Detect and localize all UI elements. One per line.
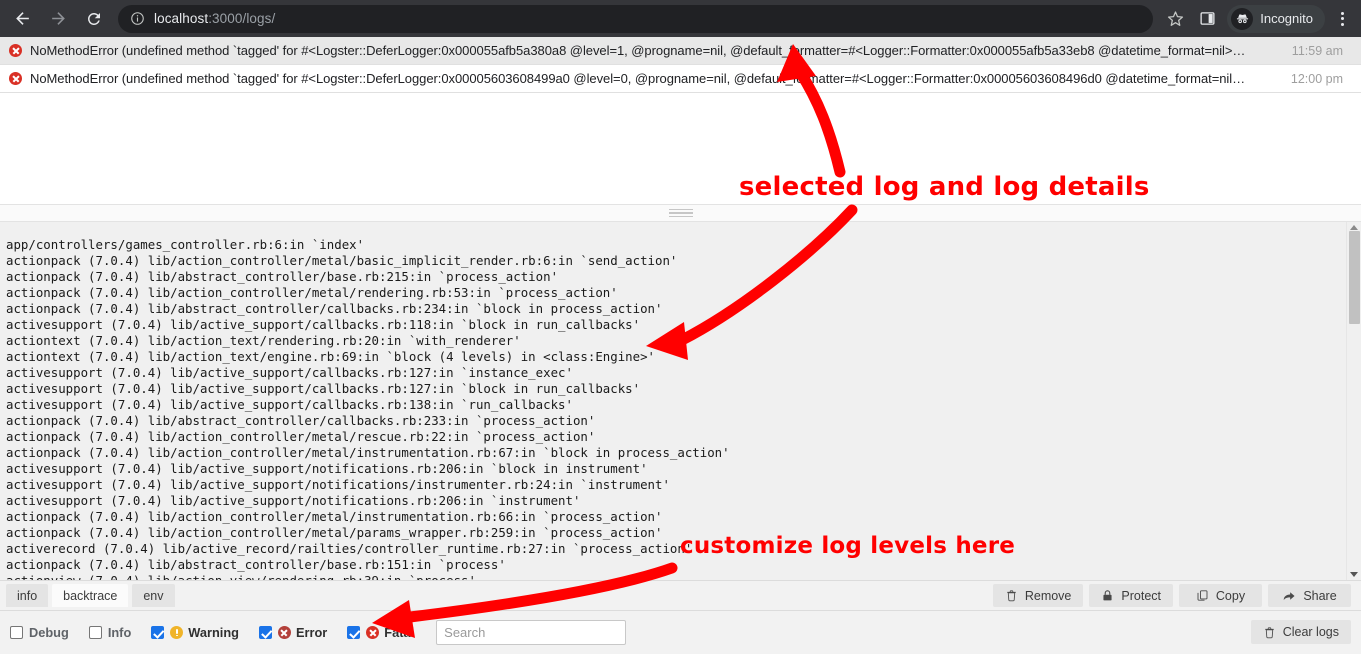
- checkbox-box[interactable]: [151, 626, 164, 639]
- copy-label: Copy: [1216, 589, 1245, 603]
- log-message: NoMethodError (undefined method `tagged'…: [30, 71, 1269, 86]
- details-tabstrip: info backtrace env Remove Protect: [0, 580, 1361, 611]
- profile-chip-incognito[interactable]: Incognito: [1227, 5, 1325, 33]
- incognito-hat-icon: [1231, 8, 1253, 30]
- annotation-label-log-levels: customize log levels here: [680, 533, 1015, 559]
- lock-icon: [1101, 589, 1114, 602]
- filter-checkbox-fatal[interactable]: Fatal: [347, 625, 414, 640]
- address-bar[interactable]: localhost:3000/logs/: [118, 5, 1153, 33]
- side-panel-icon: [1199, 10, 1216, 27]
- filter-label-debug: Debug: [29, 625, 69, 640]
- share-button[interactable]: Share: [1268, 584, 1351, 607]
- log-timestamp: 11:59 am: [1269, 44, 1361, 58]
- filter-label-fatal: Fatal: [384, 625, 414, 640]
- tab-env[interactable]: env: [132, 584, 174, 607]
- scroll-up-arrow-icon[interactable]: [1350, 225, 1358, 230]
- bookmark-star-icon: [1166, 9, 1185, 28]
- browser-toolbar: localhost:3000/logs/ Incognito: [0, 0, 1361, 37]
- copy-button[interactable]: Copy: [1179, 584, 1262, 607]
- log-list: NoMethodError (undefined method `tagged'…: [0, 37, 1361, 204]
- site-info-icon[interactable]: [130, 11, 145, 26]
- filter-label-error: Error: [296, 625, 327, 640]
- url-path: :3000/logs/: [208, 11, 275, 26]
- clear-logs-label: Clear logs: [1283, 625, 1339, 639]
- filter-checkbox-warning[interactable]: Warning: [151, 625, 239, 640]
- backtrace-text: app/controllers/games_controller.rb:6:in…: [0, 234, 1346, 580]
- browser-menu-button[interactable]: [1329, 5, 1355, 33]
- copy-icon: [1196, 589, 1209, 602]
- search-input[interactable]: [436, 620, 626, 645]
- protect-label: Protect: [1121, 589, 1161, 603]
- log-message: NoMethodError (undefined method `tagged'…: [30, 43, 1269, 58]
- details-scrollbar[interactable]: [1346, 222, 1361, 580]
- warning-circle-icon: [170, 626, 183, 639]
- checkbox-box[interactable]: [347, 626, 360, 639]
- forward-arrow-icon: [49, 9, 68, 28]
- scrollbar-thumb[interactable]: [1349, 231, 1360, 324]
- filter-label-info: Info: [108, 625, 131, 640]
- error-circle-x-icon: [0, 44, 30, 57]
- log-timestamp: 12:00 pm: [1269, 72, 1361, 86]
- reload-button[interactable]: [80, 5, 108, 33]
- log-level-filter-bar: Debug Info Warning Error Fatal C: [0, 611, 1361, 654]
- three-dot-menu-icon: [1341, 12, 1344, 26]
- tab-backtrace[interactable]: backtrace: [52, 584, 128, 607]
- clear-logs-button[interactable]: Clear logs: [1251, 620, 1351, 644]
- fatal-circle-x-icon: [366, 626, 379, 639]
- log-actions: Remove Protect Copy Share: [993, 584, 1351, 607]
- back-button[interactable]: [8, 5, 36, 33]
- trash-icon: [1263, 626, 1276, 639]
- remove-label: Remove: [1025, 589, 1072, 603]
- share-label: Share: [1303, 589, 1336, 603]
- table-row[interactable]: NoMethodError (undefined method `tagged'…: [0, 65, 1361, 93]
- checkbox-box[interactable]: [259, 626, 272, 639]
- filter-checkbox-debug[interactable]: Debug: [10, 625, 69, 640]
- share-arrow-icon: [1282, 589, 1296, 603]
- side-panel-button[interactable]: [1193, 5, 1221, 33]
- forward-button[interactable]: [44, 5, 72, 33]
- checkbox-box[interactable]: [89, 626, 102, 639]
- back-arrow-icon: [13, 9, 32, 28]
- error-circle-x-icon: [278, 626, 291, 639]
- trash-icon: [1005, 589, 1018, 602]
- scroll-down-arrow-icon[interactable]: [1350, 572, 1358, 577]
- reload-icon: [85, 10, 103, 28]
- tab-info[interactable]: info: [6, 584, 48, 607]
- error-circle-x-icon: [0, 72, 30, 85]
- logster-app: NoMethodError (undefined method `tagged'…: [0, 37, 1361, 654]
- profile-label: Incognito: [1260, 11, 1313, 26]
- url-host: localhost: [154, 11, 208, 26]
- remove-button[interactable]: Remove: [993, 584, 1084, 607]
- drag-handle-icon: [669, 209, 693, 218]
- filter-label-warning: Warning: [188, 625, 239, 640]
- annotation-label-selected-log: selected log and log details: [739, 172, 1150, 202]
- pane-splitter[interactable]: [0, 204, 1361, 222]
- table-row[interactable]: NoMethodError (undefined method `tagged'…: [0, 37, 1361, 65]
- filter-checkbox-info[interactable]: Info: [89, 625, 131, 640]
- filter-checkbox-error[interactable]: Error: [259, 625, 327, 640]
- bookmark-button[interactable]: [1161, 5, 1189, 33]
- log-details-pane: app/controllers/games_controller.rb:6:in…: [0, 222, 1361, 580]
- checkbox-box[interactable]: [10, 626, 23, 639]
- address-bar-url: localhost:3000/logs/: [154, 11, 275, 26]
- protect-button[interactable]: Protect: [1089, 584, 1173, 607]
